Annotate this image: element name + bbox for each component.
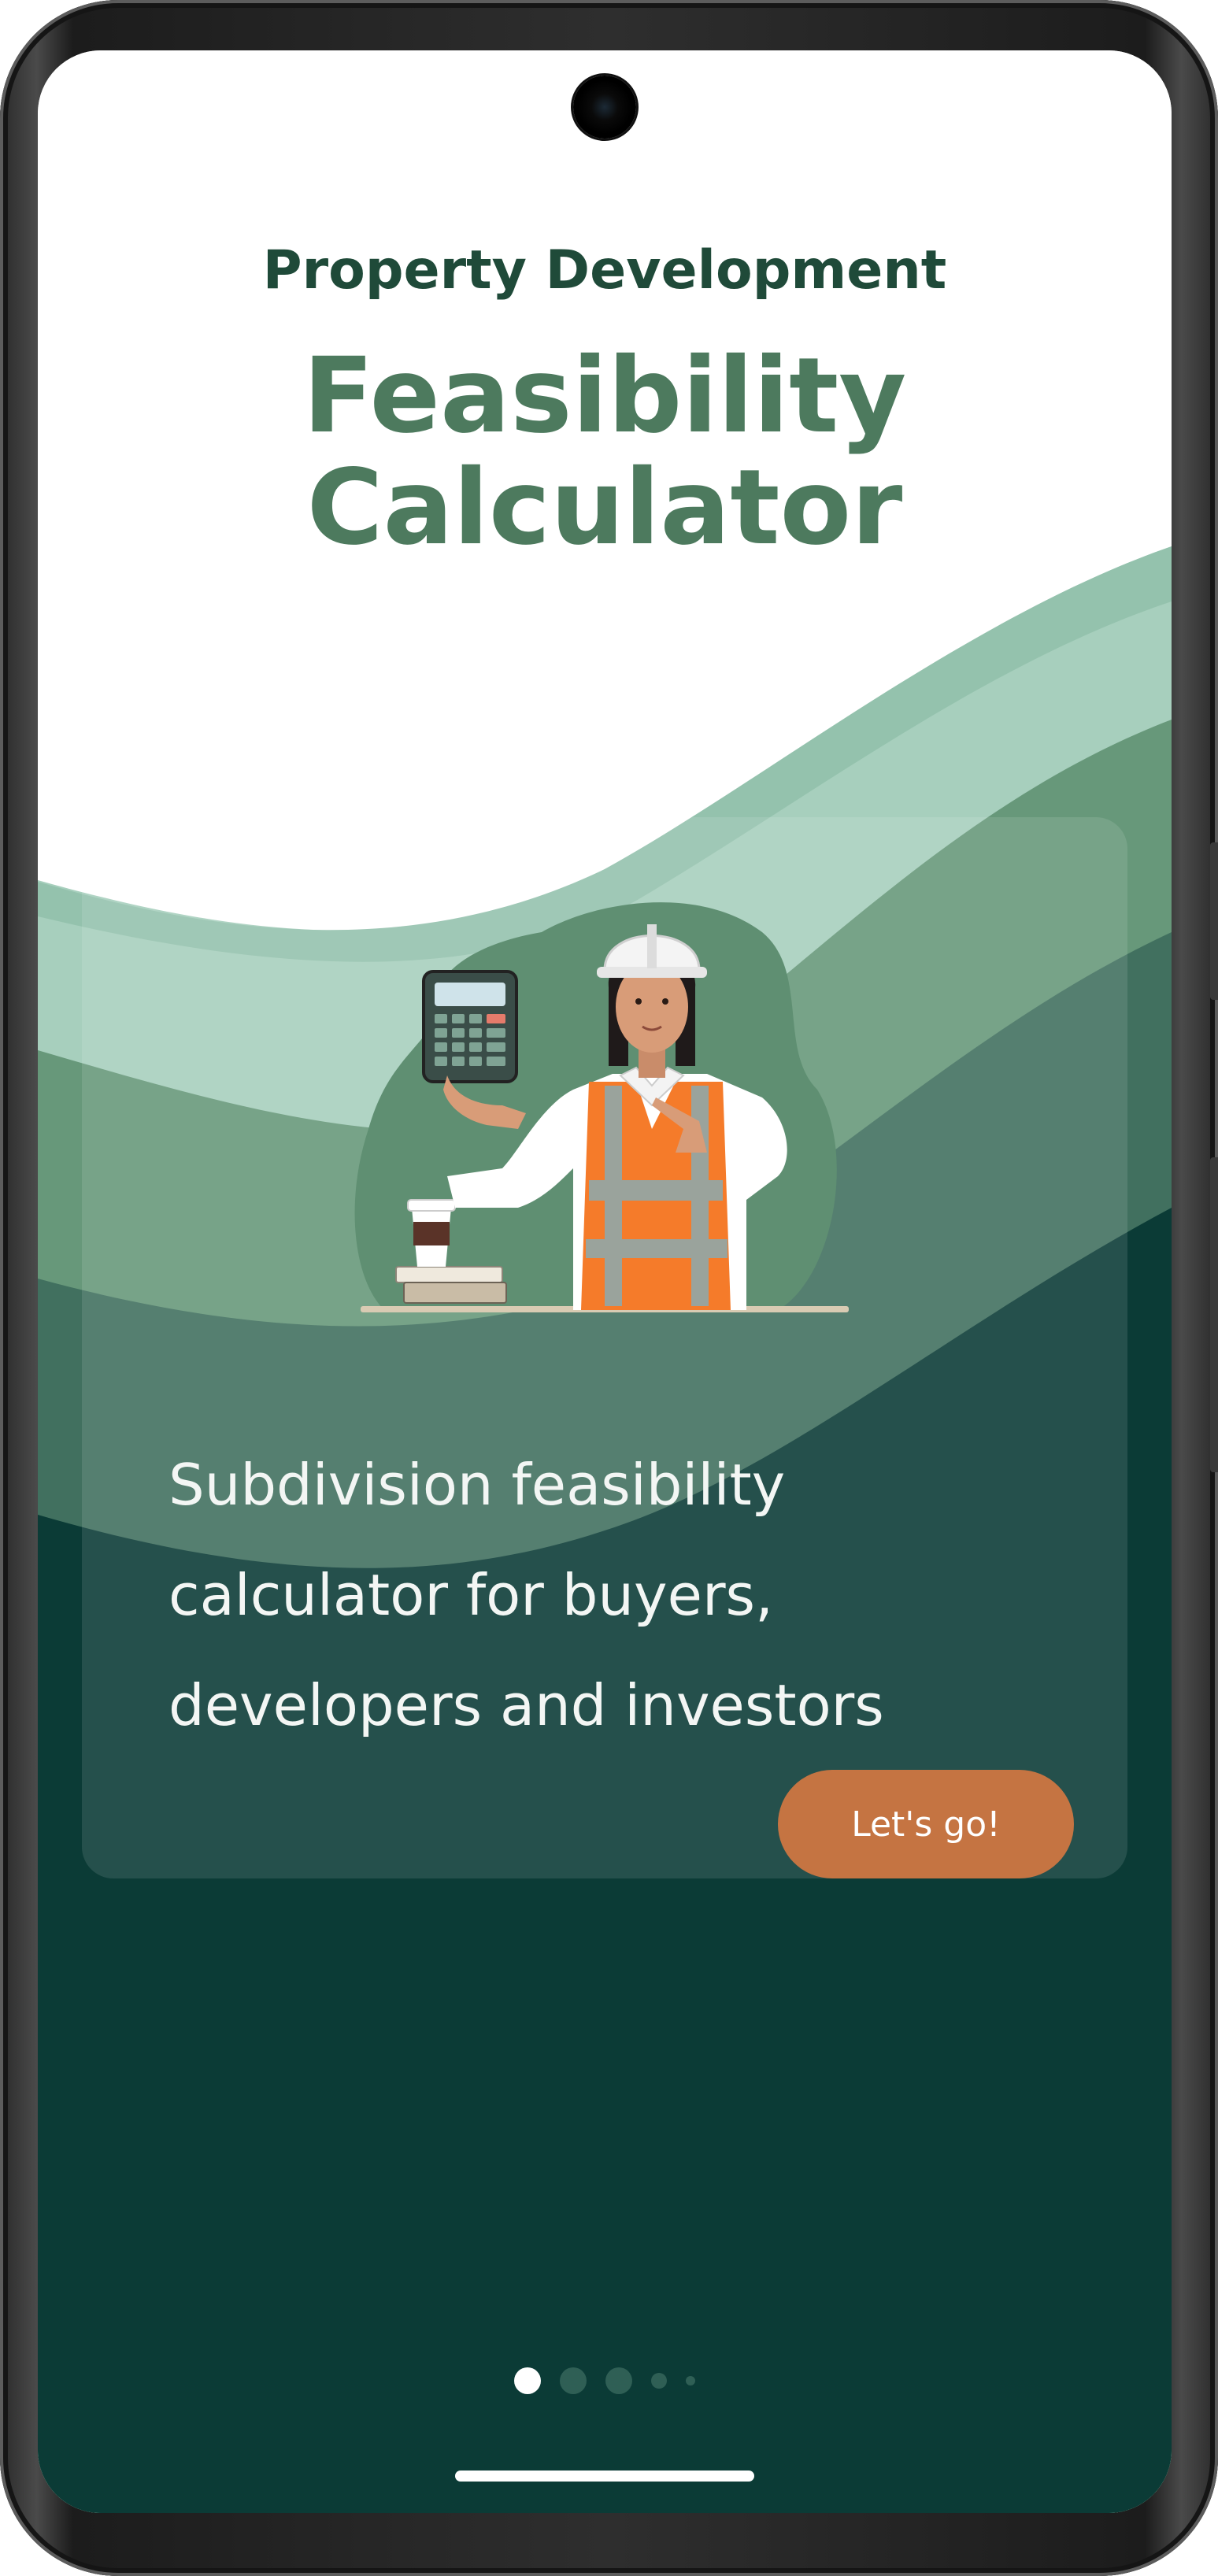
engineer-with-calculator-illustration bbox=[354, 902, 849, 1312]
volume-button bbox=[1210, 842, 1218, 1000]
description-line-1: Subdivision feasibility bbox=[168, 1452, 786, 1518]
page-dot-2[interactable] bbox=[560, 2367, 587, 2394]
title-line-1: Feasibility bbox=[302, 335, 907, 457]
description-line-2: calculator for buyers, bbox=[168, 1562, 773, 1628]
front-camera-icon bbox=[573, 76, 636, 139]
page-dot-3[interactable] bbox=[605, 2367, 632, 2394]
onboarding-description: Subdivision feasibility calculator for b… bbox=[168, 1430, 1035, 1760]
page-dot-1[interactable] bbox=[514, 2367, 541, 2394]
phone-frame: Property Development Feasibility Calcula… bbox=[0, 0, 1218, 2576]
page-title: Feasibility Calculator bbox=[38, 340, 1172, 564]
home-indicator[interactable] bbox=[455, 2471, 754, 2482]
description-line-3: developers and investors bbox=[168, 1672, 884, 1738]
lets-go-button[interactable]: Let's go! bbox=[778, 1770, 1074, 1878]
page-subtitle: Property Development bbox=[262, 239, 947, 302]
page-dot-4[interactable] bbox=[651, 2373, 667, 2389]
onboarding-screen: Property Development Feasibility Calcula… bbox=[38, 50, 1172, 2513]
power-button bbox=[1210, 1157, 1218, 1472]
title-line-2: Calculator bbox=[306, 447, 903, 568]
page-dot-5[interactable] bbox=[686, 2376, 695, 2385]
pagination-dots bbox=[38, 2365, 1172, 2396]
